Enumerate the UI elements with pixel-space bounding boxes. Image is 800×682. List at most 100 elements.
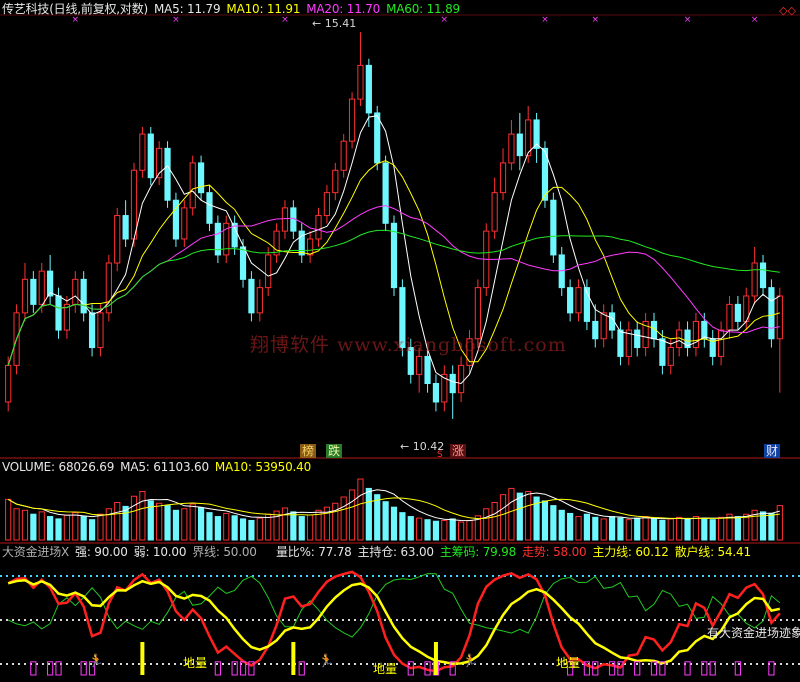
cross-marker: × (541, 15, 549, 25)
volume-bar (424, 519, 431, 541)
candle-body (256, 287, 263, 314)
candle-body (667, 347, 674, 366)
volume-bar (139, 491, 146, 541)
candle-body (357, 64, 364, 100)
volume-bar (72, 512, 79, 541)
volume-bar (592, 516, 599, 541)
candle-body (30, 278, 37, 305)
volume-bar (248, 519, 255, 541)
volume-bar (348, 489, 356, 541)
ratio-readout: 量比%: 77.78 (276, 545, 352, 559)
runner-icon: 🏃 (318, 654, 335, 669)
candle-body (365, 64, 372, 114)
tag-bang[interactable]: 榜 (300, 444, 317, 458)
volume-bar (30, 513, 37, 541)
candle-body (550, 199, 557, 256)
volume-bar (768, 512, 775, 541)
candle-body (592, 320, 599, 340)
tag-cai[interactable]: 财 (764, 444, 781, 458)
volume-bar (265, 513, 272, 541)
candle-body (617, 329, 624, 357)
candle-body (197, 162, 205, 194)
diamond-icon[interactable]: ◇◇ (779, 4, 796, 17)
volume-readout: VOLUME: 68026.69 (2, 460, 115, 474)
volume-bar (567, 512, 574, 541)
volume-bar (667, 518, 674, 541)
volume-bar (55, 518, 62, 541)
volume-bar (457, 521, 465, 541)
candle-body (717, 329, 725, 357)
candle-body (164, 147, 171, 201)
signal-marker (433, 642, 438, 675)
volume-bar (223, 512, 230, 541)
volume-bar (122, 505, 129, 541)
volume-bar (432, 520, 440, 541)
candle-body (348, 98, 356, 142)
cross-marker: × (281, 15, 289, 25)
candle-body (382, 162, 389, 224)
candle-body (424, 355, 431, 384)
stock-title: 传艺科技(日线,前复权,对数) (2, 2, 148, 16)
volume-bar (575, 516, 582, 541)
runner-icon: 🏃 (462, 654, 479, 669)
candle-body (768, 287, 775, 340)
cross-marker: × (592, 15, 600, 25)
volume-bar (617, 517, 624, 541)
candle-body (457, 364, 465, 394)
candle-body (122, 215, 129, 240)
candle-body (499, 162, 507, 194)
tag-die[interactable]: 跌 (326, 444, 343, 458)
volume-bar (63, 514, 71, 541)
trend-readout: 走势: 58.00 (522, 545, 587, 559)
candle-body (281, 207, 289, 232)
candle-body (114, 215, 121, 264)
candle-body (239, 246, 247, 280)
volume-bar (625, 519, 632, 541)
main-line-readout: 主力线: 60.12 (592, 545, 669, 559)
high-price-label: ← 15.41 (312, 17, 357, 30)
candle-body (181, 207, 188, 240)
volume-bar (676, 516, 683, 541)
volume-bar (181, 508, 188, 541)
volume-bar (197, 507, 205, 541)
tag-zhang[interactable]: 涨 (450, 444, 467, 458)
volume-bar (88, 519, 96, 541)
tag-s[interactable]: S (435, 448, 445, 462)
retail-line-readout: 散户线: 54.41 (674, 545, 751, 559)
candle-body (558, 254, 565, 289)
chips-readout: 主筹码: 79.98 (439, 545, 517, 559)
volume-bar (701, 517, 708, 541)
volume-bar (273, 510, 280, 541)
volume-bar (172, 509, 180, 541)
candle-body (273, 230, 280, 256)
candle-body (21, 278, 29, 314)
volume-bar (214, 516, 221, 541)
candle-body (147, 133, 154, 179)
indicator-header-right: 量比%: 77.78 主持仓: 63.00 主筹码: 79.98 走势: 58.00 主… (276, 545, 757, 559)
volume-bar (189, 503, 196, 541)
candle-body (5, 364, 12, 403)
volume-bar (365, 487, 372, 541)
volume-bar (642, 516, 649, 541)
candle-body (332, 169, 339, 194)
volume-bar (374, 494, 381, 541)
volume-bar (390, 506, 398, 541)
candle-body (88, 312, 96, 349)
volume-bar (600, 518, 607, 541)
ma5-readout: MA5: 11.79 (154, 2, 221, 16)
candle-body (776, 295, 783, 340)
candle-body (516, 133, 523, 157)
candle-body (307, 238, 314, 256)
capital-entry-callout: 有大资金进场迹象 (707, 626, 800, 640)
volume-bar (516, 492, 523, 541)
volume-bar (466, 519, 473, 541)
volume-bar (164, 505, 171, 541)
volume-bar (256, 517, 263, 541)
candle-body (659, 338, 666, 366)
indicator-lines (0, 570, 800, 676)
candle-body (139, 133, 146, 171)
candle-body (575, 287, 582, 314)
candle-body (206, 192, 213, 224)
candle-body (508, 133, 515, 164)
candle-body (55, 295, 62, 331)
